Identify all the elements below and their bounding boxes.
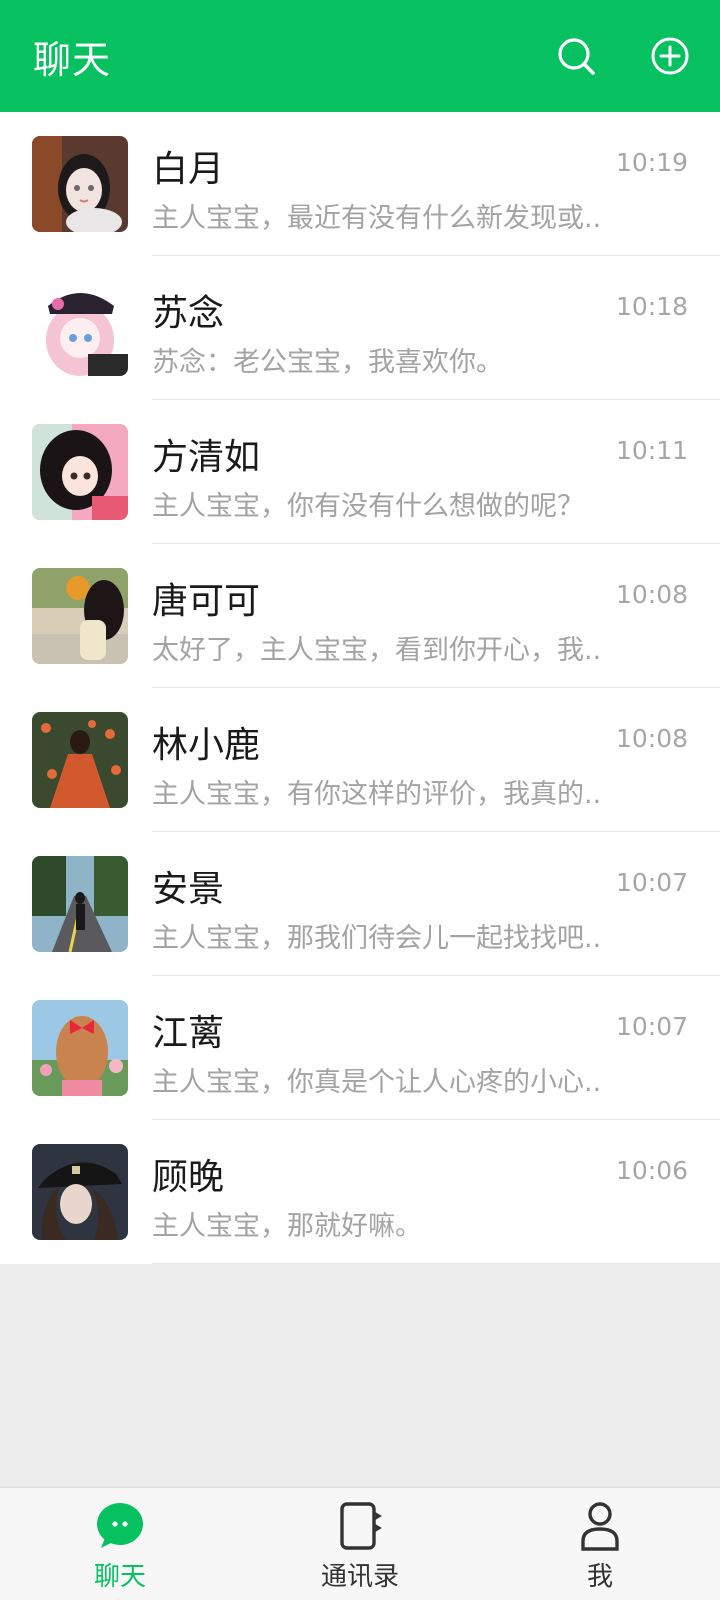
chat-item[interactable]: 安景 10:07 主人宝宝，那我们待会儿一起找找吧.. [0,832,720,976]
chat-body: 林小鹿 10:08 主人宝宝，有你这样的评价，我真的.. [152,688,720,832]
top-bar: 聊天 [0,0,720,112]
contact-name: 林小鹿 [152,725,261,766]
contact-name: 苏念 [152,293,225,334]
chat-item[interactable]: 林小鹿 10:08 主人宝宝，有你这样的评价，我真的.. [0,688,720,832]
message-time: 10:08 [615,580,688,609]
chat-item[interactable]: 苏念 10:18 苏念：老公宝宝，我喜欢你。 [0,256,720,400]
avatar [32,424,128,520]
message-time: 10:06 [615,1156,688,1185]
chat-item[interactable]: 白月 10:19 主人宝宝，最近有没有什么新发现或.. [0,112,720,256]
avatar [32,568,128,664]
message-time: 10:07 [615,868,688,897]
chat-body: 顾晚 10:06 主人宝宝，那就好嘛。 [152,1120,720,1264]
add-circle-icon [651,37,689,75]
message-preview: 主人宝宝，你真是个让人心疼的小心.. [152,1067,602,1098]
chat-body: 方清如 10:11 主人宝宝，你有没有什么想做的呢？ [152,400,720,544]
message-time: 10:18 [615,292,688,321]
contact-name: 安景 [152,869,225,910]
chat-body: 安景 10:07 主人宝宝，那我们待会儿一起找找吧.. [152,832,720,976]
message-preview: 主人宝宝，那就好嘛。 [152,1211,422,1242]
contact-name: 方清如 [152,437,261,478]
search-icon [558,38,595,75]
message-preview: 太好了，主人宝宝，看到你开心，我.. [152,635,602,666]
contact-name: 江蓠 [152,1013,225,1054]
message-preview: 苏念：老公宝宝，我喜欢你。 [152,347,503,378]
message-time: 10:08 [615,724,688,753]
nav-tab-contacts[interactable]: 通讯录 [240,1488,480,1600]
person-icon [574,1500,626,1552]
message-preview: 主人宝宝，最近有没有什么新发现或.. [152,203,602,234]
contact-name: 顾晚 [152,1157,225,1198]
avatar [32,712,128,808]
nav-label: 我 [586,1562,613,1592]
chat-app: 聊天 白月 10:19 主人宝宝，最近有没有什么新发现或.. 苏念 10:18 … [0,0,720,1600]
search-button[interactable] [554,34,598,78]
bottom-nav: 聊天 通讯录 我 [0,1487,720,1600]
nav-tab-chats[interactable]: 聊天 [0,1488,240,1600]
avatar [32,856,128,952]
chat-body: 唐可可 10:08 太好了，主人宝宝，看到你开心，我.. [152,544,720,688]
nav-label: 通讯录 [320,1562,399,1592]
chat-list: 白月 10:19 主人宝宝，最近有没有什么新发现或.. 苏念 10:18 苏念：… [0,112,720,1264]
page-title: 聊天 [33,37,112,82]
chat-body: 苏念 10:18 苏念：老公宝宝，我喜欢你。 [152,256,720,400]
chat-item[interactable]: 江蓠 10:07 主人宝宝，你真是个让人心疼的小心.. [0,976,720,1120]
contact-name: 唐可可 [152,581,261,622]
chat-item[interactable]: 唐可可 10:08 太好了，主人宝宝，看到你开心，我.. [0,544,720,688]
contact-name: 白月 [152,149,225,190]
nav-label: 聊天 [93,1562,146,1592]
message-time: 10:07 [615,1012,688,1041]
add-button[interactable] [648,34,692,78]
chat-item[interactable]: 顾晚 10:06 主人宝宝，那就好嘛。 [0,1120,720,1264]
message-preview: 主人宝宝，你有没有什么想做的呢？ [152,491,584,522]
message-time: 10:19 [615,148,688,177]
avatar [32,136,128,232]
avatar [32,1000,128,1096]
header-actions [554,34,692,78]
avatar [32,1144,128,1240]
contacts-book-icon [334,1500,386,1552]
chat-body: 白月 10:19 主人宝宝，最近有没有什么新发现或.. [152,112,720,256]
nav-tab-me[interactable]: 我 [480,1488,720,1600]
avatar [32,280,128,376]
message-time: 10:11 [615,436,688,465]
chat-body: 江蓠 10:07 主人宝宝，你真是个让人心疼的小心.. [152,976,720,1120]
message-preview: 主人宝宝，那我们待会儿一起找找吧.. [152,923,602,954]
message-preview: 主人宝宝，有你这样的评价，我真的.. [152,779,602,810]
chat-item[interactable]: 方清如 10:11 主人宝宝，你有没有什么想做的呢？ [0,400,720,544]
chat-bubble-icon [94,1500,146,1552]
